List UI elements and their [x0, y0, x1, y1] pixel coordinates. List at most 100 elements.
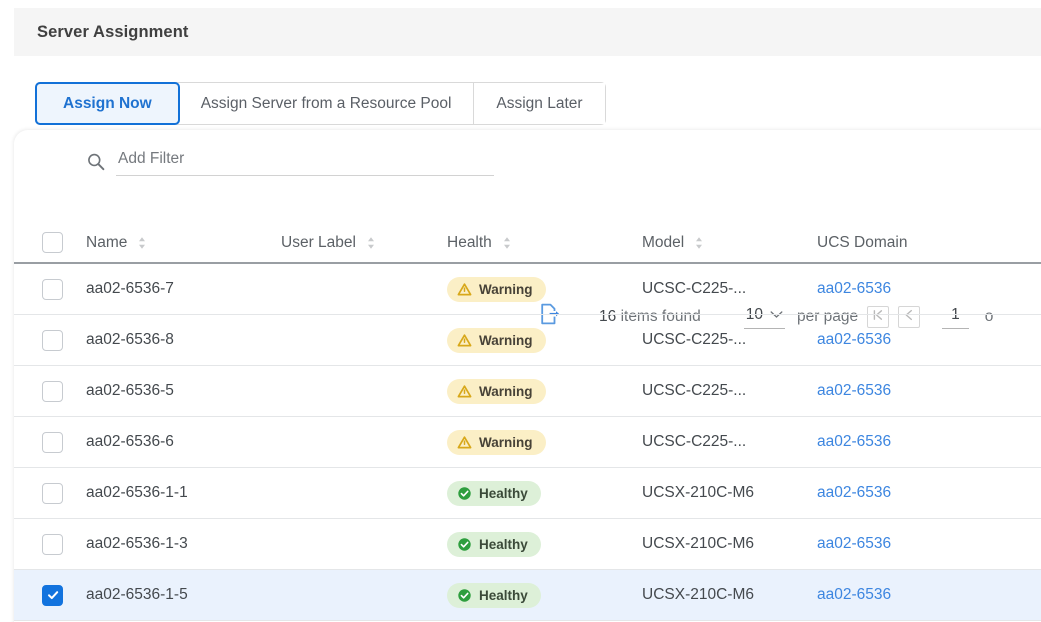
tab-assign-from-resource-pool[interactable]: Assign Server from a Resource Pool — [178, 83, 475, 124]
cell-health: Healthy — [447, 582, 642, 608]
server-table-card: 16 items found 10 per page — [14, 130, 1041, 622]
column-header-health[interactable]: Health — [447, 233, 642, 253]
cell-model: UCSC-C225-... — [642, 382, 747, 399]
status-badge-label: Warning — [479, 434, 533, 450]
warning-icon — [457, 333, 472, 348]
table-row[interactable]: aa02-6536-6 Warning UCSC-C225-... aa02-6536 — [14, 417, 1041, 468]
cell-model: UCSX-210C-M6 — [642, 484, 754, 501]
status-badge-label: Warning — [479, 383, 533, 399]
cell-ucs-domain[interactable]: aa02-6536 — [817, 433, 1041, 451]
cell-name: aa02-6536-7 — [86, 280, 174, 297]
table-body: aa02-6536-7 Warning UCSC-C225-... aa02-6536… — [14, 264, 1041, 621]
warning-icon — [457, 435, 472, 450]
page-header: Server Assignment — [14, 8, 1041, 56]
status-badge-label: Warning — [479, 281, 533, 297]
cell-model: UCSX-210C-M6 — [642, 586, 754, 603]
cell-name: aa02-6536-1-5 — [86, 586, 188, 603]
row-select-cell — [14, 329, 72, 351]
tab-assign-from-resource-pool-label: Assign Server from a Resource Pool — [200, 94, 452, 112]
warning-icon — [457, 384, 472, 399]
table-row[interactable]: aa02-6536-1-3 Healthy UCSX-210C-M6 aa02-653… — [14, 519, 1041, 570]
table-row[interactable]: aa02-6536-7 Warning UCSC-C225-... aa02-6536 — [14, 264, 1041, 315]
cell-health: Warning — [447, 378, 642, 404]
sort-icon-health[interactable] — [496, 233, 518, 253]
cell-health: Warning — [447, 327, 642, 353]
column-header-ucs-domain-label: UCS Domain — [817, 233, 908, 251]
page-title: Server Assignment — [37, 22, 189, 41]
sort-icon-user-label[interactable] — [360, 233, 382, 253]
table-row[interactable]: aa02-6536-1-5 Healthy UCSX-210C-M6 aa02-653… — [14, 570, 1041, 621]
column-header-name[interactable]: Name — [72, 233, 281, 253]
server-assignment-screen: Server Assignment Assign Now Assign Serv… — [0, 0, 1041, 622]
status-badge: Warning — [447, 429, 546, 455]
status-badge-label: Healthy — [479, 536, 528, 552]
cell-health: Healthy — [447, 480, 642, 506]
cell-model: UCSC-C225-... — [642, 331, 747, 348]
select-all-checkbox[interactable] — [42, 232, 63, 253]
column-header-user-label-label: User Label — [281, 233, 356, 251]
status-badge: Healthy — [447, 480, 541, 506]
status-badge: Warning — [447, 378, 546, 404]
cell-model: UCSC-C225-... — [642, 280, 747, 297]
table-header-row: Name User Label Health Model UCS Domain — [14, 223, 1041, 264]
status-badge: Warning — [447, 327, 546, 353]
tab-assign-now[interactable]: Assign Now — [35, 82, 180, 125]
healthy-check-icon — [457, 537, 472, 552]
cell-health: Warning — [447, 429, 642, 455]
cell-ucs-domain[interactable]: aa02-6536 — [817, 280, 1041, 298]
status-badge-label: Warning — [479, 332, 533, 348]
row-checkbox[interactable] — [42, 329, 63, 351]
cell-ucs-domain[interactable]: aa02-6536 — [817, 382, 1041, 400]
table-row[interactable]: aa02-6536-1-1 Healthy UCSX-210C-M6 aa02-653… — [14, 468, 1041, 519]
tab-assign-later[interactable]: Assign Later — [474, 83, 605, 124]
row-checkbox[interactable] — [42, 431, 63, 453]
cell-ucs-domain[interactable]: aa02-6536 — [817, 586, 1041, 604]
cell-health: Warning — [447, 276, 642, 302]
cell-ucs-domain[interactable]: aa02-6536 — [817, 331, 1041, 349]
sort-icon-model[interactable] — [688, 233, 710, 253]
filter-control — [86, 150, 494, 176]
cell-health: Healthy — [447, 531, 642, 557]
servers-table: Name User Label Health Model UCS Domain … — [14, 223, 1041, 621]
status-badge: Healthy — [447, 531, 541, 557]
column-header-name-label: Name — [86, 233, 128, 251]
tab-assign-now-label: Assign Now — [63, 94, 152, 112]
status-badge: Healthy — [447, 582, 541, 608]
row-select-cell — [14, 380, 72, 402]
row-select-cell — [14, 584, 72, 606]
cell-model: UCSX-210C-M6 — [642, 535, 754, 552]
column-header-model-label: Model — [642, 233, 685, 251]
status-badge-label: Healthy — [479, 485, 528, 501]
row-select-cell — [14, 278, 72, 300]
warning-icon — [457, 282, 472, 297]
table-row[interactable]: aa02-6536-8 Warning UCSC-C225-... aa02-6536 — [14, 315, 1041, 366]
cell-name: aa02-6536-1-1 — [86, 484, 188, 501]
select-all-cell — [14, 232, 72, 253]
column-header-health-label: Health — [447, 233, 492, 251]
search-icon — [86, 152, 106, 172]
status-badge-label: Healthy — [479, 587, 528, 603]
assignment-mode-tabs: Assign Now Assign Server from a Resource… — [35, 82, 606, 125]
cell-name: aa02-6536-6 — [86, 433, 174, 450]
row-checkbox[interactable] — [42, 278, 63, 300]
table-row[interactable]: aa02-6536-5 Warning UCSC-C225-... aa02-6536 — [14, 366, 1041, 417]
column-header-ucs-domain[interactable]: UCS Domain — [817, 234, 1041, 252]
row-checkbox[interactable] — [42, 533, 63, 555]
row-checkbox[interactable] — [42, 584, 63, 606]
row-select-cell — [14, 482, 72, 504]
row-checkbox[interactable] — [42, 482, 63, 504]
cell-ucs-domain[interactable]: aa02-6536 — [817, 535, 1041, 553]
search-input[interactable] — [116, 150, 494, 176]
cell-ucs-domain[interactable]: aa02-6536 — [817, 484, 1041, 502]
row-checkbox[interactable] — [42, 380, 63, 402]
row-select-cell — [14, 431, 72, 453]
column-header-user-label[interactable]: User Label — [281, 233, 447, 253]
column-header-model[interactable]: Model — [642, 233, 817, 253]
healthy-check-icon — [457, 486, 472, 501]
status-badge: Warning — [447, 276, 546, 302]
cell-model: UCSC-C225-... — [642, 433, 747, 450]
cell-name: aa02-6536-8 — [86, 331, 174, 348]
sort-icon-name[interactable] — [131, 233, 153, 253]
cell-name: aa02-6536-1-3 — [86, 535, 188, 552]
cell-name: aa02-6536-5 — [86, 382, 174, 399]
